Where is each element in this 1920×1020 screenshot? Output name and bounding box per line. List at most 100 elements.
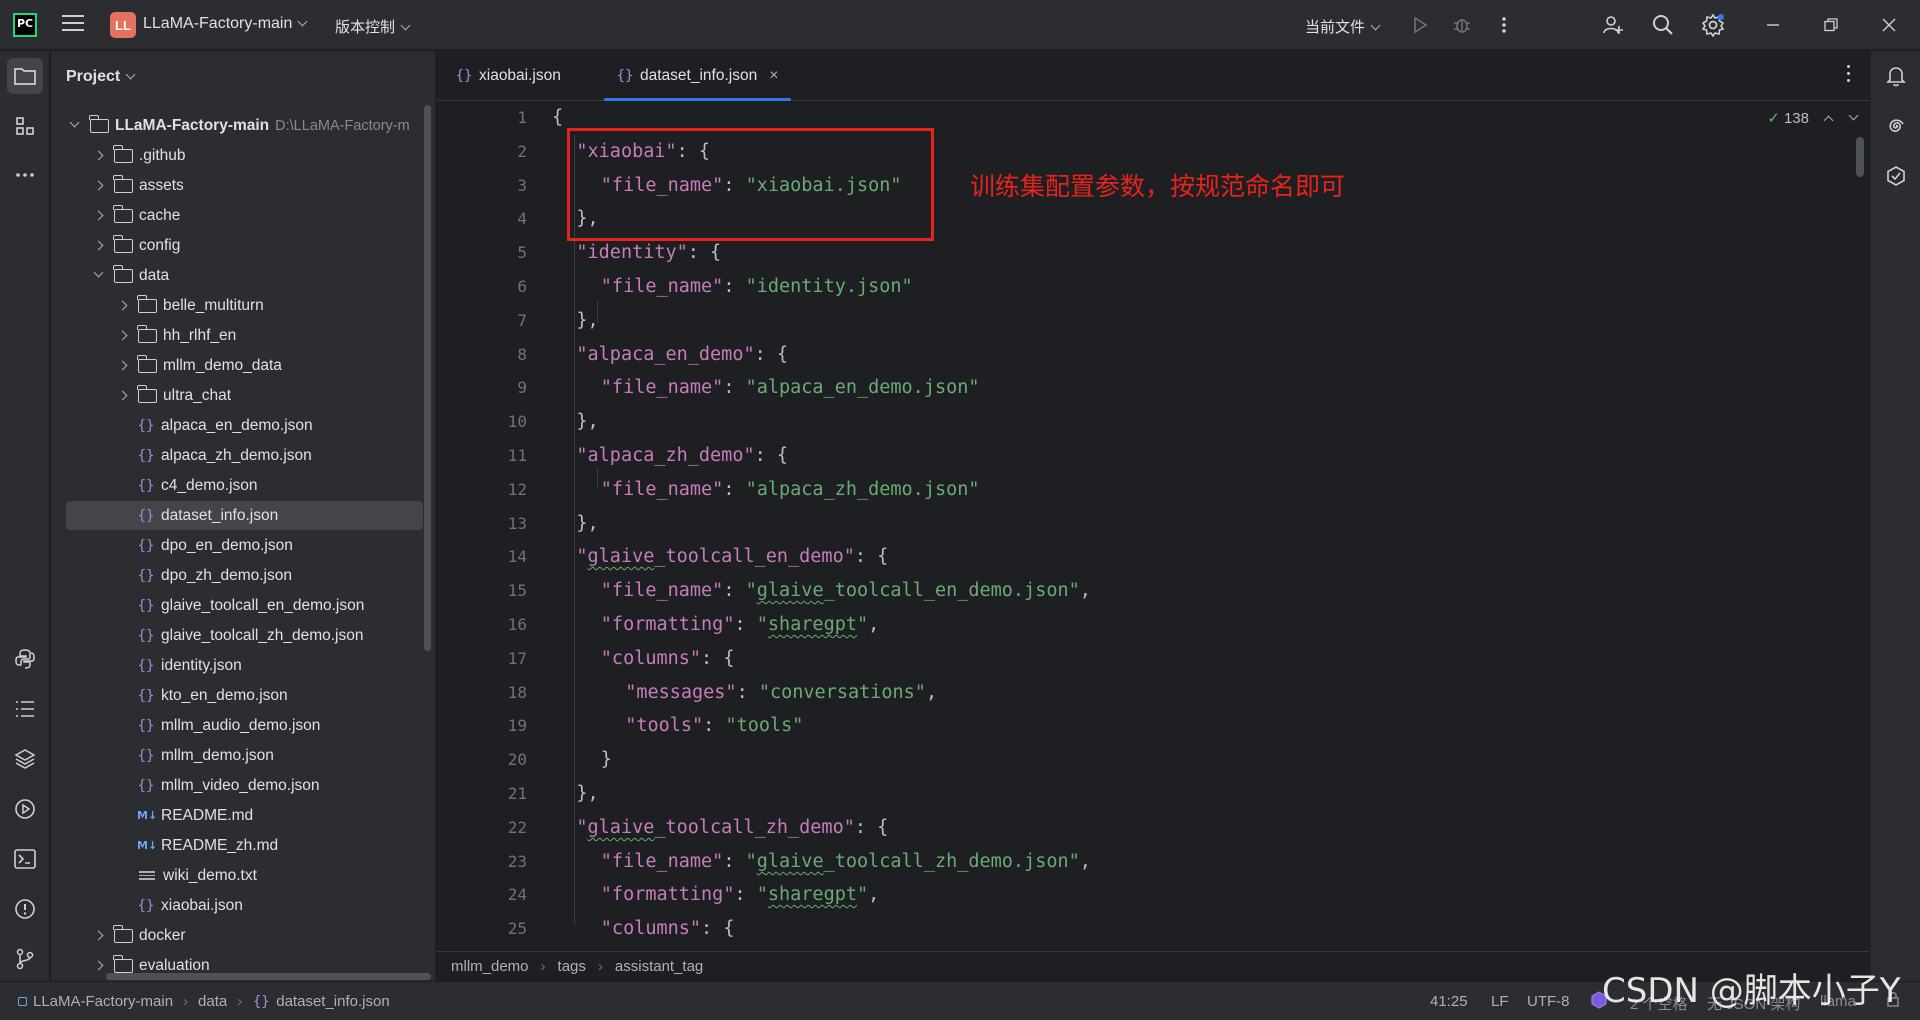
project-view-selector[interactable]: Project <box>66 68 136 86</box>
run-config-selector[interactable]: 当前文件 <box>1305 16 1381 37</box>
ai-assistant-spiral-icon[interactable] <box>1878 108 1914 144</box>
file-encoding[interactable]: UTF-8 <box>1527 993 1570 1010</box>
layers-icon[interactable] <box>7 741 43 777</box>
chevron-right-icon[interactable] <box>117 390 128 401</box>
tree-file[interactable]: {} xiaobai.json <box>51 891 435 920</box>
breadcrumb-item[interactable]: tags <box>558 958 586 975</box>
breadcrumb-item[interactable]: mllm_demo <box>451 958 529 975</box>
tree-file[interactable]: {} dataset_info.json <box>66 501 423 530</box>
tree-file[interactable]: {} alpaca_en_demo.json <box>51 411 435 440</box>
tree-file[interactable]: wiki_demo.txt <box>51 861 435 890</box>
add-user-icon[interactable] <box>1600 12 1626 38</box>
tree-folder[interactable]: data <box>51 261 435 290</box>
tree-folder[interactable]: config <box>51 231 435 260</box>
debug-icon[interactable] <box>1449 12 1475 38</box>
terminal-icon[interactable] <box>7 841 43 877</box>
code-line[interactable]: "file_name": "identity.json" <box>601 270 913 304</box>
code-line[interactable]: "file_name": "alpaca_en_demo.json" <box>601 371 980 405</box>
more-tools-icon[interactable] <box>7 157 43 193</box>
chevron-right-icon[interactable] <box>93 960 104 971</box>
breadcrumb-item[interactable]: assistant_tag <box>615 958 703 975</box>
line-separator[interactable]: LF <box>1491 993 1509 1010</box>
tree-file[interactable]: M↓ README.md <box>51 801 435 830</box>
tree-file[interactable]: {} dpo_zh_demo.json <box>51 561 435 590</box>
code-line[interactable]: { <box>552 101 563 135</box>
code-line[interactable]: "identity": { <box>576 236 721 270</box>
code-line[interactable]: "alpaca_zh_demo": { <box>576 439 788 473</box>
main-menu-icon[interactable] <box>62 15 84 35</box>
code-line[interactable]: "messages": "conversations", <box>625 676 937 710</box>
settings-gear-icon[interactable] <box>1700 12 1726 38</box>
chevron-down-icon[interactable] <box>1848 110 1859 120</box>
tree-file[interactable]: {} mllm_video_demo.json <box>51 771 435 800</box>
git-branch-icon[interactable] <box>7 941 43 977</box>
search-icon[interactable] <box>1650 12 1676 38</box>
vcs-menu[interactable]: 版本控制 <box>335 16 411 37</box>
problems-icon[interactable] <box>7 891 43 927</box>
code-line[interactable]: "file_name": "glaive_toolcall_zh_demo.js… <box>601 845 1091 879</box>
chevron-right-icon[interactable] <box>93 150 104 161</box>
restore-icon[interactable] <box>1818 12 1844 38</box>
python-console-icon[interactable] <box>7 641 43 677</box>
run-icon[interactable] <box>1407 12 1433 38</box>
status-path-item[interactable]: dataset_info.json <box>276 993 389 1010</box>
chevron-up-icon[interactable] <box>1823 115 1834 125</box>
structure-icon[interactable] <box>7 108 43 144</box>
tree-file[interactable]: {} identity.json <box>51 651 435 680</box>
tree-file[interactable]: {} kto_en_demo.json <box>51 681 435 710</box>
project-tool-folder-icon[interactable] <box>7 58 43 94</box>
tree-file[interactable]: {} alpaca_zh_demo.json <box>51 441 435 470</box>
notifications-bell-icon[interactable] <box>1878 58 1914 94</box>
tree-folder[interactable]: docker <box>51 921 435 950</box>
tree-file[interactable]: {} mllm_audio_demo.json <box>51 711 435 740</box>
tab-xiaobai-json[interactable]: {} xiaobai.json <box>455 51 561 101</box>
code-line[interactable]: "formatting": "sharegpt", <box>601 878 879 912</box>
code-line[interactable]: "glaive_toolcall_en_demo": { <box>576 540 888 574</box>
tree-file[interactable]: {} c4_demo.json <box>51 471 435 500</box>
tab-actions-icon[interactable] <box>1847 65 1851 86</box>
tree-scrollbar[interactable] <box>424 105 431 651</box>
tree-horizontal-scrollbar[interactable] <box>106 973 431 980</box>
tree-folder[interactable]: mllm_demo_data <box>51 351 435 380</box>
more-actions-icon[interactable] <box>1491 12 1517 38</box>
tab-dataset-info-json[interactable]: {} dataset_info.json × <box>604 51 791 101</box>
services-run-icon[interactable] <box>7 791 43 827</box>
chevron-right-icon[interactable] <box>93 210 104 221</box>
plugin-helper-icon[interactable] <box>1878 158 1914 194</box>
status-path-item[interactable]: LLaMA-Factory-main <box>33 993 173 1010</box>
tree-folder[interactable]: assets <box>51 171 435 200</box>
tree-file[interactable]: M↓ README_zh.md <box>51 831 435 860</box>
tree-file[interactable]: {} glaive_toolcall_en_demo.json <box>51 591 435 620</box>
chevron-right-icon[interactable] <box>93 240 104 251</box>
status-path-item[interactable]: data <box>198 993 227 1010</box>
tree-folder[interactable]: cache <box>51 201 435 230</box>
chevron-right-icon[interactable] <box>93 930 104 941</box>
code-line[interactable]: "columns": { <box>601 642 735 676</box>
code-line[interactable]: } <box>601 743 612 777</box>
tree-folder[interactable]: belle_multiturn <box>51 291 435 320</box>
caret-position[interactable]: 41:25 <box>1430 993 1468 1010</box>
code-line[interactable]: "file_name": "alpaca_zh_demo.json" <box>601 473 980 507</box>
code-line[interactable]: }, <box>576 777 598 811</box>
chevron-right-icon[interactable] <box>93 180 104 191</box>
chevron-right-icon[interactable] <box>117 360 128 371</box>
chevron-right-icon[interactable] <box>117 300 128 311</box>
close-window-icon[interactable] <box>1876 12 1902 38</box>
code-line[interactable]: }, <box>576 405 598 439</box>
code-line[interactable]: "glaive_toolcall_zh_demo": { <box>576 811 888 845</box>
project-switcher[interactable]: LLaMA-Factory-main <box>143 15 308 33</box>
tree-root[interactable]: LLaMA-Factory-main D:\LLaMA-Factory-m <box>51 111 435 140</box>
code-line[interactable]: }, <box>576 507 598 541</box>
code-line[interactable]: "alpaca_en_demo": { <box>576 338 788 372</box>
code-line[interactable]: "tools": "tools" <box>625 709 803 743</box>
tree-file[interactable]: {} dpo_en_demo.json <box>51 531 435 560</box>
code-line[interactable]: "file_name": "glaive_toolcall_en_demo.js… <box>601 574 1091 608</box>
minimize-icon[interactable] <box>1760 12 1786 38</box>
chevron-down-icon[interactable] <box>93 267 104 278</box>
code-line[interactable]: "formatting": "sharegpt", <box>601 608 879 642</box>
tree-file[interactable]: {} mllm_demo.json <box>51 741 435 770</box>
tree-folder[interactable]: hh_rlhf_en <box>51 321 435 350</box>
todo-list-icon[interactable] <box>7 691 43 727</box>
code-line[interactable]: "columns": { <box>601 912 735 946</box>
code-line[interactable]: }, <box>576 304 598 338</box>
